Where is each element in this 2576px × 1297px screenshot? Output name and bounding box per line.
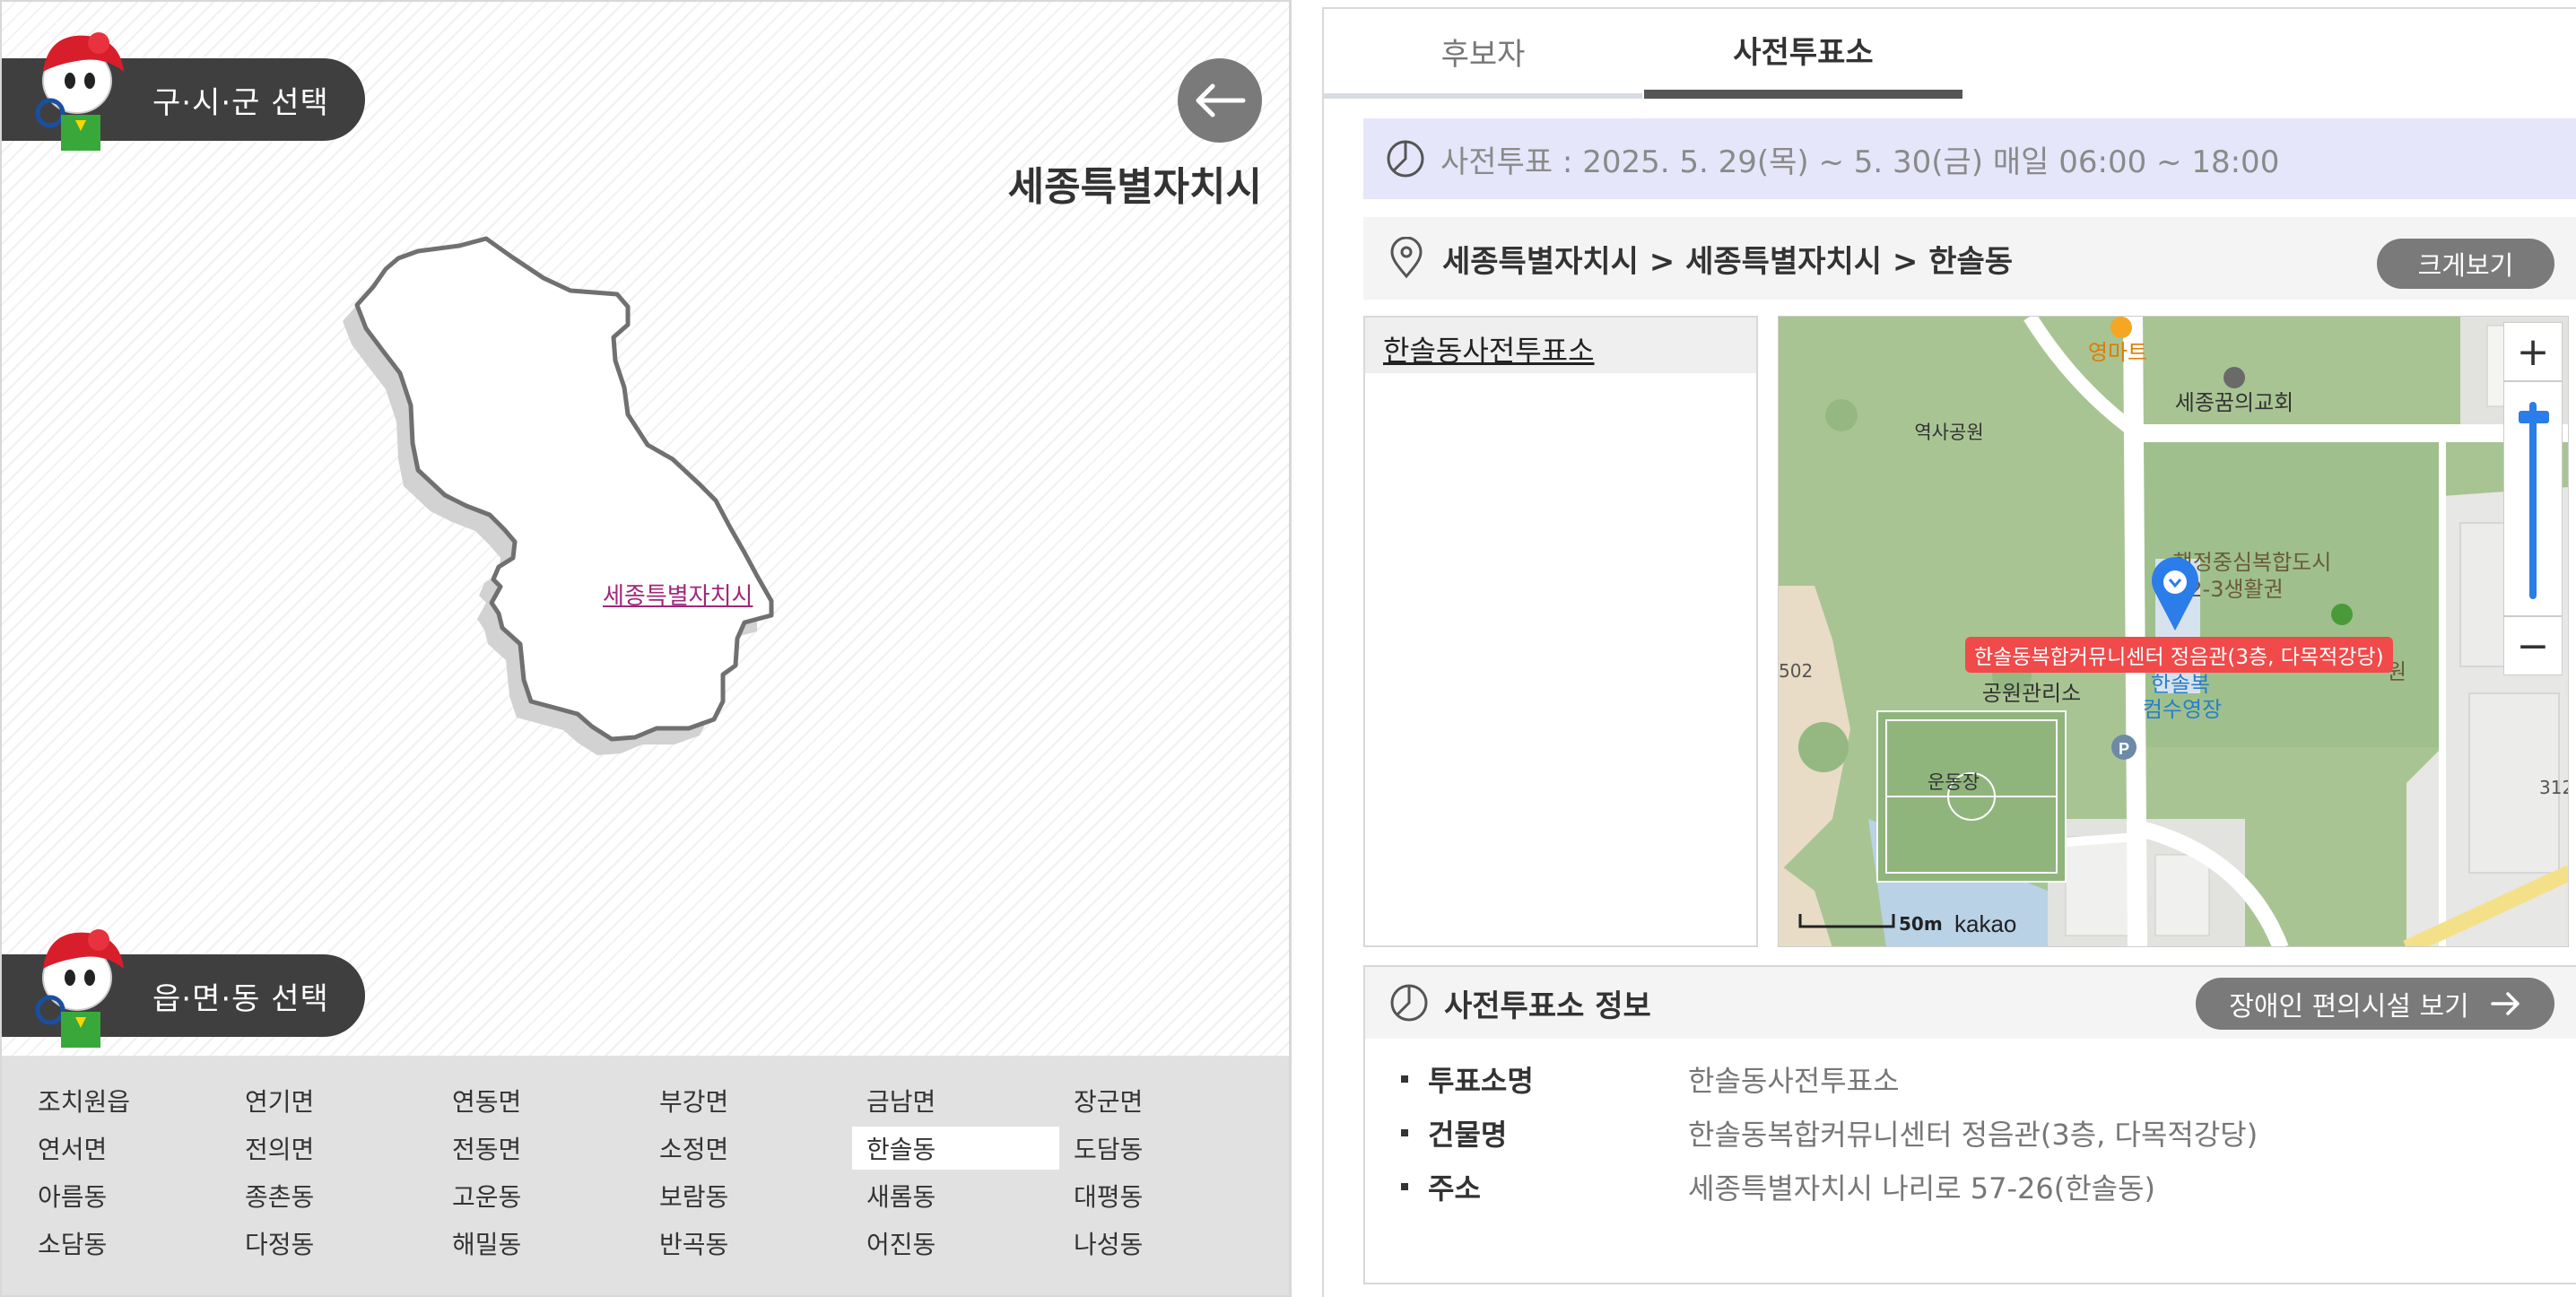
region-title: 세종특별자치시 [1007, 164, 1262, 210]
map-label-stadium: 운동장 [1928, 771, 1980, 793]
district-item[interactable]: 조치원읍 [23, 1079, 231, 1122]
district-item[interactable]: 새롬동 [852, 1174, 1059, 1217]
info-value: 한솔동복합커뮤니센터 정음관(3층, 다목적강당) [1688, 1118, 2258, 1152]
district-item[interactable]: 반곡동 [645, 1222, 852, 1265]
map-label-num-left: 502 [1779, 660, 1813, 682]
district-item[interactable]: 금남면 [852, 1079, 1059, 1122]
kakao-map[interactable]: P 영마트 세종꿈의교회 역사공원 행정중심복합도시 2-3생활권 공원관리소 … [1778, 316, 2569, 947]
station-info-header: 사전투표소 정보 장애인 편의시설 보기 [1365, 967, 2576, 1039]
mascot-icon [35, 32, 124, 151]
district-item[interactable]: 소담동 [23, 1222, 231, 1265]
district-item[interactable]: 나성동 [1059, 1222, 1266, 1265]
bullet-icon [1401, 1075, 1408, 1083]
district-row: 조치원읍 연기면 연동면 부강면 금남면 장군면 [23, 1079, 1289, 1127]
station-list: 한솔동사전투표소 [1363, 316, 1758, 947]
map-marker-icon[interactable] [2148, 555, 2202, 632]
mascot-icon [35, 929, 124, 1048]
station-list-item[interactable]: 한솔동사전투표소 [1365, 318, 1756, 373]
district-row: 소담동 다정동 해밀동 반곡동 어진동 나성동 [23, 1222, 1289, 1269]
zoom-out-button[interactable]: − [2503, 616, 2563, 675]
district-item[interactable]: 전동면 [438, 1127, 645, 1170]
info-row-name: 투표소명 한솔동사전투표소 [1401, 1057, 1900, 1101]
map-label-pool2: 컴수영장 [2143, 697, 2222, 722]
district-item[interactable]: 연서면 [23, 1127, 231, 1170]
info-key: 주소 [1428, 1171, 1481, 1206]
bullet-icon [1401, 1129, 1408, 1136]
clock-icon [1390, 984, 1428, 1022]
back-button[interactable] [1178, 58, 1262, 143]
clock-icon [1387, 140, 1424, 178]
district-item[interactable]: 전의면 [231, 1127, 438, 1170]
zoom-control: + − [2503, 322, 2568, 681]
enlarge-map-button[interactable]: 크게보기 [2377, 239, 2554, 289]
accessibility-button[interactable]: 장애인 편의시설 보기 [2196, 978, 2554, 1030]
kakao-logo: kakao [1954, 910, 2016, 937]
polling-info-panel: 후보자 사전투표소 사전투표 : 2025. 5. 29(목) ~ 5. 30(… [1322, 7, 2576, 1297]
info-key: 투표소명 [1428, 1064, 1534, 1098]
parking-icon: P [2119, 740, 2129, 758]
zoom-in-button[interactable]: + [2503, 322, 2563, 381]
district-item[interactable]: 종촌동 [231, 1174, 438, 1217]
district-item[interactable]: 장군면 [1059, 1079, 1266, 1122]
bullet-icon [1401, 1183, 1408, 1190]
zoom-handle[interactable] [2519, 411, 2549, 423]
region-map-label[interactable]: 세종특별자치시 [603, 578, 753, 611]
breadcrumb-text: 세종특별자치시 > 세종특별자치시 > 한솔동 [1442, 243, 2014, 280]
info-value: 세종특별자치시 나리로 57-26(한솔동) [1688, 1171, 2156, 1206]
region-select-panel: 구·시·군 선택 세종특별자치시 세종특별자치시 읍·면·동 선택 조치원읍 연… [0, 0, 1292, 1297]
arrow-right-icon [2490, 992, 2519, 1015]
district-grid: 조치원읍 연기면 연동면 부강면 금남면 장군면 연서면 전의면 전동면 소정면 한솔동 도담동 아름동… [2, 1056, 1289, 1295]
arrow-left-icon [1196, 83, 1246, 118]
map-label-church: 세종꿈의교회 [2175, 390, 2293, 415]
map-label-mart: 영마트 [2088, 340, 2147, 365]
district-item[interactable]: 어진동 [852, 1222, 1059, 1265]
district-item[interactable]: 도담동 [1059, 1127, 1266, 1170]
district-item[interactable]: 소정면 [645, 1127, 852, 1170]
info-row-building: 건물명 한솔동복합커뮤니센터 정음관(3층, 다목적강당) [1401, 1110, 2258, 1155]
district-item[interactable]: 연동면 [438, 1079, 645, 1122]
zoom-track [2529, 402, 2537, 599]
map-label-complex2: 2-3생활권 [2189, 577, 2283, 602]
tab-early-voting[interactable]: 사전투표소 [1644, 9, 1962, 99]
map-label-history-park: 역사공원 [1914, 422, 1983, 443]
accessibility-button-label: 장애인 편의시설 보기 [2229, 991, 2469, 1023]
map-label-park-office: 공원관리소 [1982, 681, 2081, 706]
district-item[interactable]: 고운동 [438, 1174, 645, 1217]
station-info-title: 사전투표소 정보 [1444, 988, 1651, 1024]
map-label-pool1: 한솔복 [2151, 672, 2210, 697]
info-key: 건물명 [1428, 1118, 1508, 1152]
tab-candidates[interactable]: 후보자 [1324, 9, 1642, 99]
district-item[interactable]: 부강면 [645, 1079, 852, 1122]
district-row: 연서면 전의면 전동면 소정면 한솔동 도담동 [23, 1127, 1289, 1174]
district-item[interactable]: 다정동 [231, 1222, 438, 1265]
voting-period-banner: 사전투표 : 2025. 5. 29(목) ~ 5. 30(금) 매일 06:0… [1363, 118, 2576, 199]
map-label-num-right: 312 [2539, 777, 2569, 798]
region-map-area: 구·시·군 선택 세종특별자치시 세종특별자치시 읍·면·동 선택 [2, 2, 1289, 1056]
district-item[interactable]: 대평동 [1059, 1174, 1266, 1217]
district-item[interactable]: 보람동 [645, 1174, 852, 1217]
station-info: 사전투표소 정보 장애인 편의시설 보기 투표소명 한솔동사전투표소 건물명 한… [1363, 965, 2576, 1284]
district-item[interactable]: 아름동 [23, 1174, 231, 1217]
info-row-address: 주소 세종특별자치시 나리로 57-26(한솔동) [1401, 1164, 2155, 1209]
district-item[interactable]: 해밀동 [438, 1222, 645, 1265]
tab-bar: 후보자 사전투표소 [1324, 9, 2576, 99]
region-outline-map [343, 236, 774, 755]
district-item[interactable]: 한솔동 [852, 1127, 1059, 1170]
district-item[interactable]: 연기면 [231, 1079, 438, 1122]
map-marker-label: 한솔동복합커뮤니센터 정음관(3층, 다목적강당) [1965, 637, 2393, 673]
voting-period-text: 사전투표 : 2025. 5. 29(목) ~ 5. 30(금) 매일 06:0… [1440, 144, 2280, 180]
info-value: 한솔동사전투표소 [1688, 1064, 1900, 1098]
map-scale: 50m [1899, 913, 1943, 935]
breadcrumb: 세종특별자치시 > 세종특별자치시 > 한솔동 크게보기 [1363, 217, 2576, 300]
district-row: 아름동 종촌동 고운동 보람동 새롬동 대평동 [23, 1174, 1289, 1222]
location-pin-icon [1390, 237, 1423, 279]
zoom-slider[interactable] [2503, 381, 2563, 616]
